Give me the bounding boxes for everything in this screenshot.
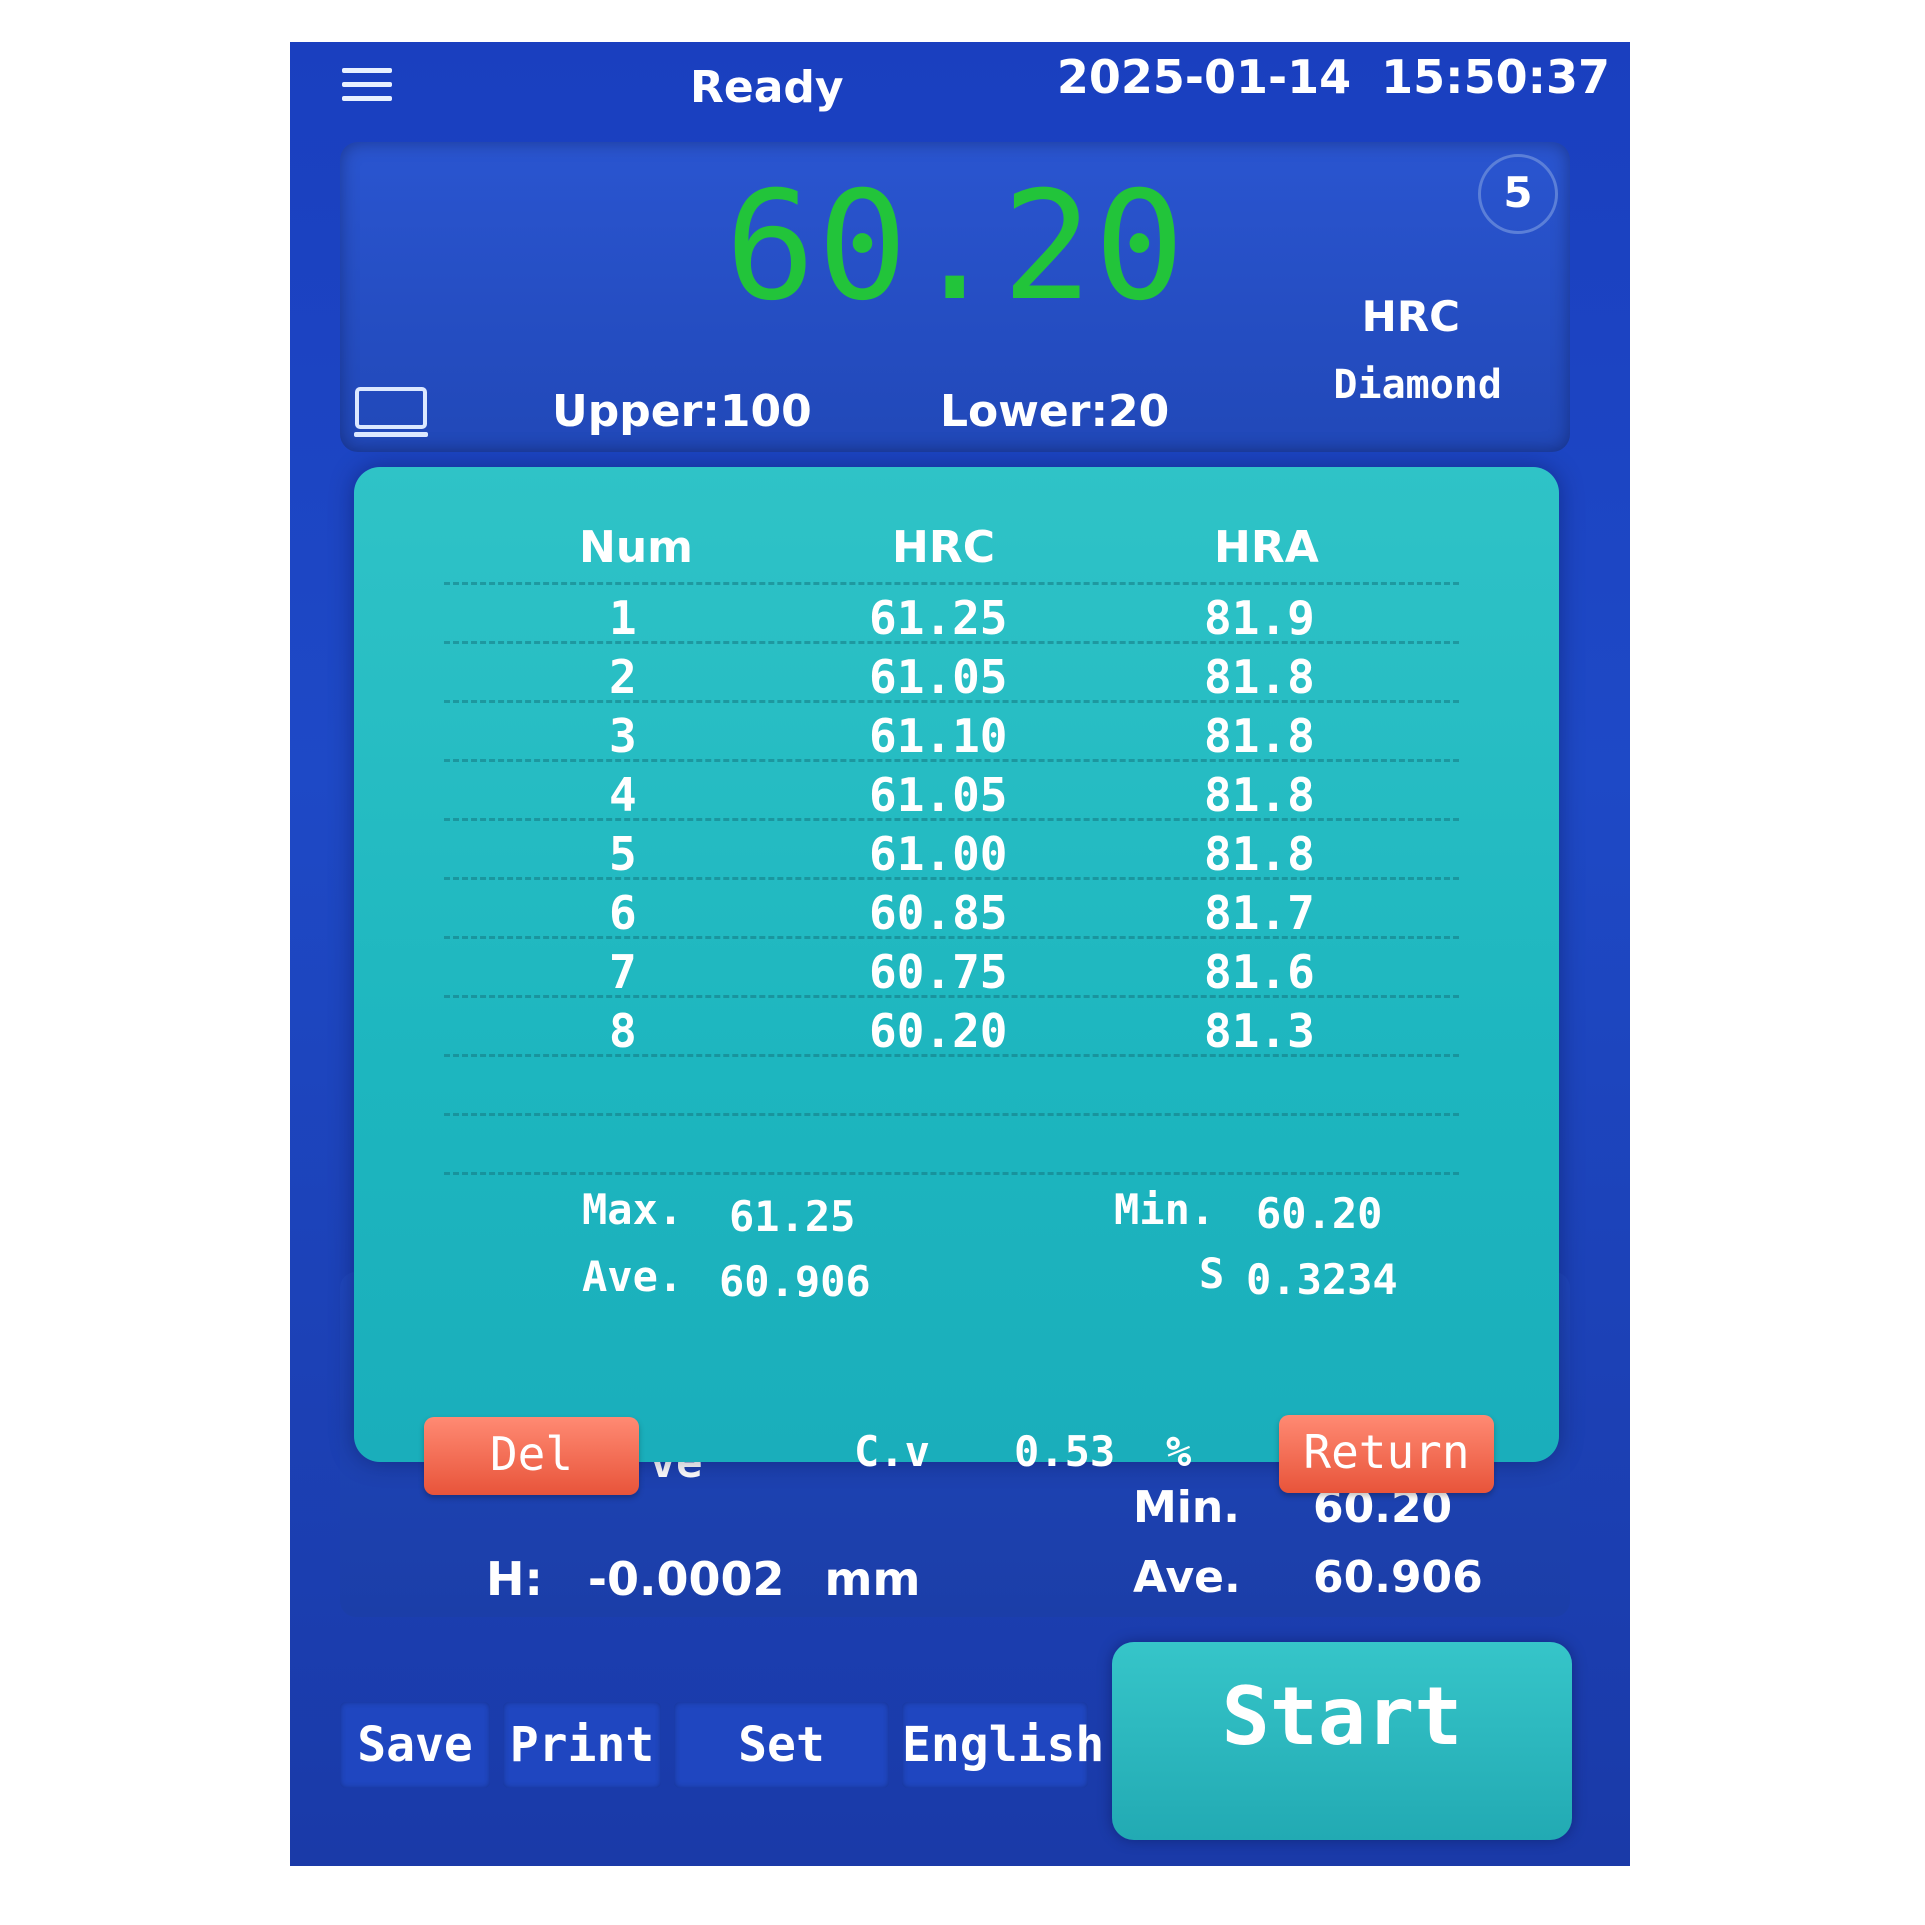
settings-button[interactable]: Set — [674, 1702, 889, 1788]
table-row[interactable]: 2 61.05 81.8 — [444, 641, 1459, 704]
cell-hra: 81.9 — [1204, 591, 1315, 645]
language-button[interactable]: English — [902, 1702, 1104, 1788]
cell-hra: 81.8 — [1204, 709, 1315, 763]
cell-hra: 81.7 — [1204, 886, 1315, 940]
date-text: 2025-01-14 — [1056, 50, 1352, 104]
max-label: Max. — [582, 1185, 684, 1234]
header-hrc: HRC — [892, 522, 995, 573]
table-row-empty — [444, 1054, 1459, 1113]
start-button[interactable]: Start — [1112, 1642, 1572, 1840]
cell-num: 8 — [609, 1004, 637, 1058]
scale-label[interactable]: HRC — [1362, 292, 1460, 341]
cell-hra: 81.8 — [1204, 650, 1315, 704]
summary-min: Min. 60.20 — [1133, 1482, 1452, 1533]
table-row[interactable]: 3 61.10 81.8 — [444, 700, 1459, 763]
cell-num: 5 — [609, 827, 637, 881]
summary-ave-label: Ave. — [1133, 1552, 1241, 1603]
cell-num: 7 — [609, 945, 637, 999]
menu-icon[interactable] — [342, 68, 392, 108]
status-bar: Ready 2025-01-14 15:50:37 — [290, 42, 1630, 142]
save-button[interactable]: Save — [340, 1702, 490, 1788]
upper-limit: Upper:100 — [552, 386, 812, 437]
header-num: Num — [579, 522, 693, 573]
delete-button[interactable]: Del — [424, 1417, 639, 1495]
header-hra: HRA — [1214, 522, 1319, 573]
cv-label: C.v — [854, 1427, 930, 1476]
depth-label: H: — [486, 1552, 543, 1606]
return-button[interactable]: Return — [1279, 1415, 1494, 1493]
cell-hrc: 61.05 — [869, 650, 1008, 704]
cell-num: 3 — [609, 709, 637, 763]
min-label: Min. — [1114, 1185, 1216, 1234]
table-row[interactable]: 7 60.75 81.6 — [444, 936, 1459, 999]
lower-limit: Lower:20 — [940, 386, 1170, 437]
cell-hra: 81.3 — [1204, 1004, 1315, 1058]
cell-num: 4 — [609, 768, 637, 822]
hardness-reading: 60.20 — [725, 160, 1187, 334]
cell-hrc: 61.25 — [869, 591, 1008, 645]
std-dev-label: S — [1199, 1249, 1225, 1298]
cell-hrc: 60.75 — [869, 945, 1008, 999]
summary-ave-value: 60.906 — [1313, 1552, 1483, 1603]
cv-value: 0.53 — [1014, 1427, 1116, 1476]
table-row[interactable]: 1 61.25 81.9 — [444, 582, 1459, 645]
ave-value: 60.906 — [719, 1257, 871, 1306]
cell-hrc: 60.85 — [869, 886, 1008, 940]
clock: 2025-01-14 15:50:37 — [1057, 50, 1610, 104]
print-button[interactable]: Print — [503, 1702, 661, 1788]
cell-hra: 81.8 — [1204, 768, 1315, 822]
summary-min-label: Min. — [1133, 1482, 1240, 1533]
std-dev-value: 0.3234 — [1246, 1255, 1398, 1304]
table-row[interactable]: 5 61.00 81.8 — [444, 818, 1459, 881]
cell-hrc: 61.10 — [869, 709, 1008, 763]
cell-num: 1 — [609, 591, 637, 645]
depth-value: -0.0002 — [587, 1552, 785, 1606]
ave-label: Ave. — [582, 1252, 684, 1301]
results-table: 1 61.25 81.9 2 61.05 81.8 3 61.10 81.8 4 61.05 8… — [444, 582, 1459, 1175]
cell-num: 2 — [609, 650, 637, 704]
indenter-label[interactable]: Diamond — [1333, 362, 1502, 408]
cell-num: 6 — [609, 886, 637, 940]
table-divider — [444, 1172, 1459, 1175]
cell-hrc: 61.05 — [869, 768, 1008, 822]
cell-hra: 81.8 — [1204, 827, 1315, 881]
table-row-empty — [444, 1113, 1459, 1172]
monitor-icon[interactable] — [354, 386, 428, 440]
table-row[interactable]: 8 60.20 81.3 — [444, 995, 1459, 1058]
depth-unit: mm — [824, 1552, 921, 1606]
reading-panel: 60.20 5 HRC Diamond Upper:100 Lower:20 — [340, 142, 1570, 452]
summary-ave: Ave. 60.906 — [1133, 1552, 1483, 1603]
cell-hrc: 60.20 — [869, 1004, 1008, 1058]
max-value: 61.25 — [729, 1192, 856, 1241]
test-count-badge: 5 — [1478, 154, 1558, 234]
table-row[interactable]: 4 61.05 81.8 — [444, 759, 1459, 822]
results-popup: Num HRC HRA 1 61.25 81.9 2 61.05 81.8 3 61.10… — [354, 467, 1559, 1495]
time-text: 15:50:37 — [1381, 50, 1610, 104]
device-screen: Ready 2025-01-14 15:50:37 60.20 5 HRC Dia… — [290, 42, 1630, 1866]
min-value: 60.20 — [1256, 1189, 1383, 1238]
cell-hrc: 61.00 — [869, 827, 1008, 881]
status-text: Ready — [690, 62, 844, 113]
cell-hra: 81.6 — [1204, 945, 1315, 999]
cv-unit: % — [1166, 1427, 1192, 1476]
depth-readout: H: -0.0002 mm — [486, 1552, 920, 1606]
table-row[interactable]: 6 60.85 81.7 — [444, 877, 1459, 940]
